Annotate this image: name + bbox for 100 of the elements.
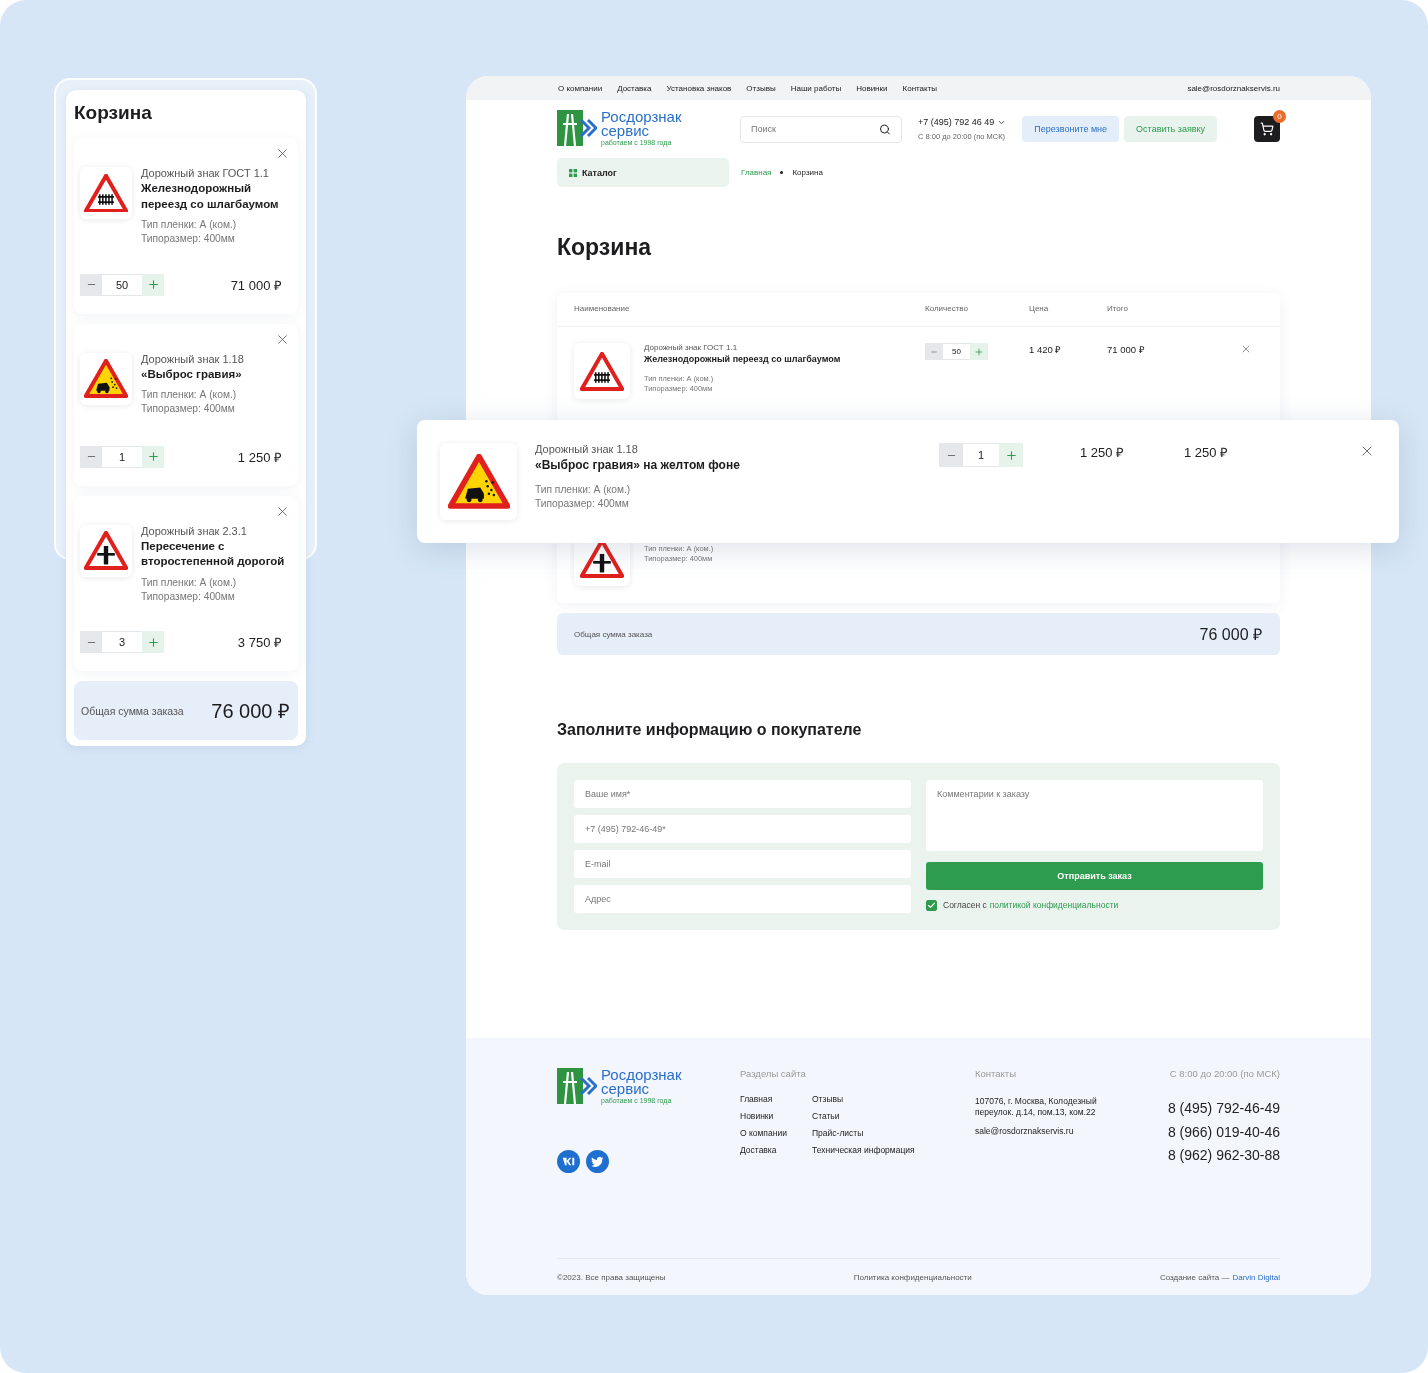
consent-checkbox[interactable] [926,900,937,912]
callback-button[interactable]: Перезвоните мне [1022,116,1120,143]
product-spec: Тип пленки: А (ком.) [141,218,238,232]
email-link[interactable]: sale@rosdorznakservis.ru [1187,83,1280,93]
product-name: Железнодорожный переезд со шлагбаумом [644,353,841,366]
phone-number[interactable]: 8 (962) 962-30-88 [1167,1145,1280,1164]
product-spec: Типоразмер: 400мм [141,589,236,604]
product-name: Железнодорожный переезд со шлагбаумом [141,181,280,212]
footer-link[interactable]: О компании [740,1128,812,1140]
plus-icon [146,278,160,292]
warning-sign-icon [84,531,128,571]
consent-text: Согласен с [943,900,987,912]
quantity-field[interactable]: 1 [102,445,142,468]
footer-link[interactable]: Прайс-листы [812,1128,975,1140]
bird-icon[interactable] [586,1150,609,1174]
remove-button[interactable] [275,146,290,161]
unit-price: 1 250 ₽ [1080,444,1126,461]
product-spec: Типоразмер: 400мм [535,497,630,511]
phone-number[interactable]: 8 (966) 019-40-46 [1167,1122,1280,1141]
product-name: «Выброс гравия» [141,366,243,382]
plus-button[interactable] [142,445,164,468]
copyright-text: ©2023. Все права защищены [557,1272,666,1283]
item-total: 1 250 ₽ [237,448,283,466]
footer-link[interactable]: Техническая информация [812,1145,975,1157]
total-label: Общая сумма заказа [574,629,653,639]
submit-button[interactable]: Отправить заказ [926,862,1263,891]
plus-icon [146,450,160,464]
footer-link[interactable]: Отзывы [812,1094,975,1106]
footer-link[interactable]: Статьи [812,1111,975,1123]
logo-icon [557,1068,597,1104]
product-spec: Типоразмер: 400мм [141,402,236,416]
item-total: 3 750 ₽ [237,634,283,652]
plus-button[interactable] [142,631,164,654]
catalog-button[interactable]: Каталог [557,158,729,188]
address-text: 107076, г. Москва, Колодезный переулок. д.14, пом.13, ком.22 [975,1096,1098,1119]
page-heading: Корзина [557,234,653,262]
nav-link[interactable]: Установка знаков [666,83,732,93]
quantity-field[interactable]: 3 [102,631,142,654]
nav-link[interactable]: Новинки [856,83,888,93]
email-link[interactable]: sale@rosdorznakservis.ru [975,1126,1161,1138]
plus-icon [146,635,160,649]
plus-button[interactable] [142,273,164,296]
form-heading: Заполните информацию о покупателе [557,721,863,740]
quantity-field[interactable]: 50 [943,343,970,361]
quantity-field[interactable]: 50 [102,273,142,296]
footer-link[interactable]: Доставка [740,1145,812,1157]
product-name: «Выброс гравия» на желтом фоне [535,457,740,474]
quantity-field[interactable]: 1 [963,443,999,467]
footer-heading: Разделы сайта [740,1068,807,1081]
breadcrumb-link[interactable]: Главная [741,168,772,178]
phone-number[interactable]: 8 (495) 792-46-49 [1167,1099,1280,1118]
product-spec: Типоразмер: 400мм [141,231,236,246]
product-category: Дорожный знак ГОСТ 1.1 [141,167,270,179]
minus-button[interactable] [925,343,943,361]
plus-icon [974,346,984,357]
plus-button[interactable] [970,343,988,361]
warning-sign-icon [84,173,128,213]
plus-button[interactable] [999,443,1023,467]
total-sum: 76 000 ₽ [211,699,290,725]
credit-text: Создание сайта — [1159,1272,1230,1283]
cart-button[interactable] [1254,116,1280,143]
product-category: Дорожный знак ГОСТ 1.1 [644,343,739,353]
input-field[interactable]: Ваше имя* [574,780,911,809]
total-sum: 76 000 ₽ [1199,625,1262,646]
nav-link[interactable]: Доставка [617,83,652,93]
social-icon[interactable] [557,1150,580,1174]
nav-link[interactable]: О компании [558,83,603,93]
column-header: Наименование [574,304,631,315]
comment-field[interactable]: Комментарии к заказу [926,780,1263,852]
nav-link[interactable]: Отзывы [746,83,776,93]
policy-link[interactable]: Политика конфиденциальности [853,1272,972,1283]
warning-sign-icon [447,454,510,509]
credit-link[interactable]: Darvin Digital [1232,1272,1280,1283]
text-input[interactable]: E-mail [585,859,900,870]
breadcrumb-separator [780,171,784,175]
comment-input[interactable]: Комментарии к заказу [937,789,1252,843]
phone-number: +7 (495) 792 46 49 [918,116,995,129]
input-field[interactable]: Адрес [574,885,911,914]
input-field[interactable]: E-mail [574,850,911,879]
text-input[interactable]: Адрес [585,894,900,905]
warning-sign-icon [580,351,624,391]
input-field[interactable]: +7 (495) 792-46-49* [574,815,911,844]
search-field[interactable]: Поиск [740,115,902,143]
product-category: Дорожный знак 1.18 [535,443,639,455]
nav-link[interactable]: Наши работы [790,83,842,93]
logo-text: Росдорзнак [601,1068,682,1082]
search-icon [879,122,891,136]
product-spec: Тип пленки: А (ком.) [141,388,238,402]
footer-link[interactable]: Главная [740,1094,812,1106]
text-input[interactable]: +7 (495) 792-46-49* [585,824,900,835]
item-total: 71 000 ₽ [1107,343,1146,357]
product-spec: Тип пленки: А (ком.) [535,483,632,497]
cart-title: Корзина [74,102,153,124]
search-input[interactable]: Поиск [751,124,880,135]
nav-link[interactable]: Контакты [902,83,938,93]
logo-text: Росдорзнак [601,110,682,124]
footer-link[interactable]: Новинки [740,1111,812,1123]
breadcrumb-link[interactable]: Корзина [792,168,823,178]
product-category: Дорожный знак 1.18 [141,352,244,365]
text-input[interactable]: Ваше имя* [585,789,900,800]
